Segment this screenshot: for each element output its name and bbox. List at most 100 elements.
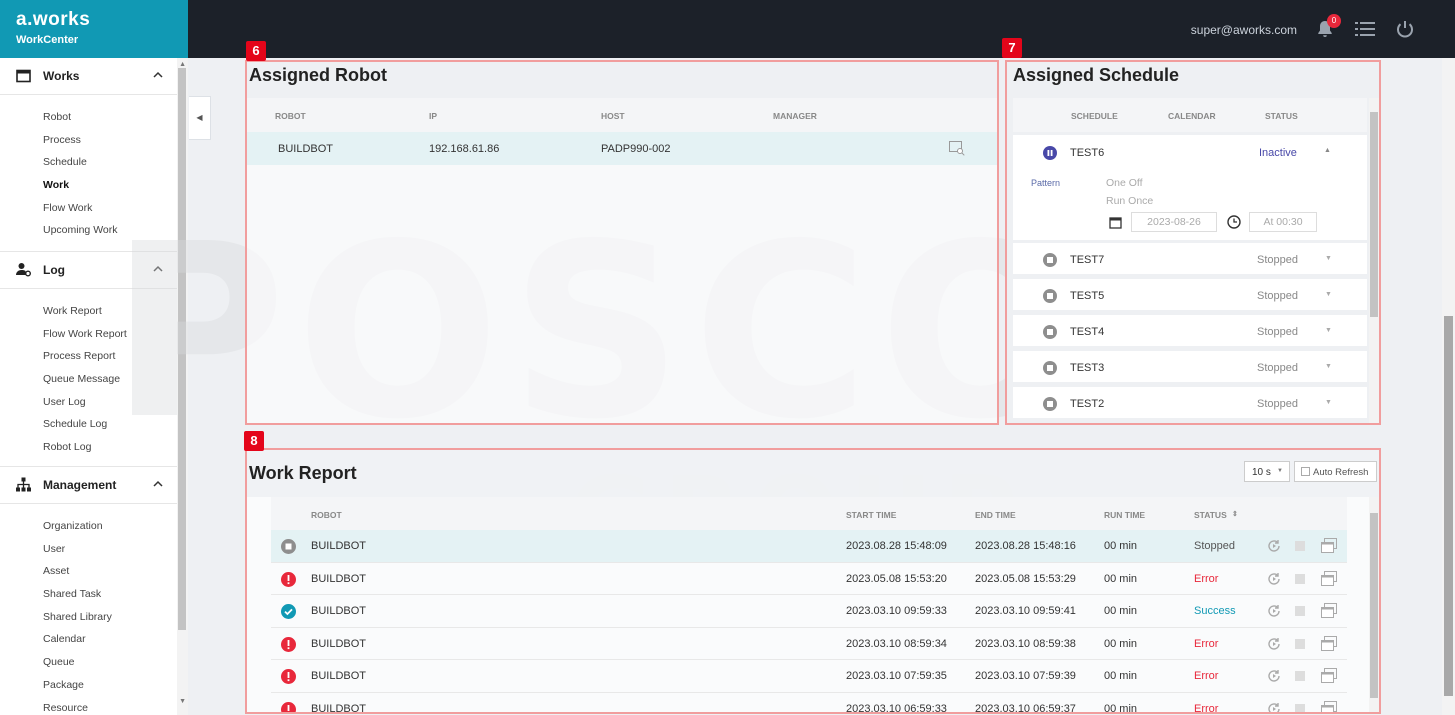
auto-refresh-toggle[interactable]: Auto Refresh (1294, 461, 1377, 482)
sidebar-item-robot[interactable]: Robot (0, 106, 177, 129)
report-end: 2023.05.08 15:53:29 (975, 572, 1076, 585)
stop-square-icon[interactable] (1295, 703, 1305, 712)
expand-arrow-icon[interactable]: ▼ (1325, 255, 1332, 262)
robot-host: PADP990-002 (601, 143, 671, 155)
sidebar-item-user-log[interactable]: User Log (0, 391, 177, 414)
sidebar-item-process[interactable]: Process (0, 129, 177, 152)
report-end: 2023.08.28 15:48:16 (975, 540, 1076, 552)
sidebar-item-organization[interactable]: Organization (0, 515, 177, 538)
chevron-up-icon[interactable] (153, 70, 163, 80)
sort-icon[interactable]: ⇕ (1232, 510, 1238, 518)
sidebar-section-header-log[interactable]: Log (0, 252, 177, 289)
stop-icon[interactable] (1043, 361, 1057, 375)
sidebar-item-calendar[interactable]: Calendar (0, 628, 177, 651)
stop-square-icon[interactable] (1295, 606, 1305, 616)
view-detail-icon[interactable] (949, 141, 965, 156)
expand-arrow-icon[interactable]: ▼ (1325, 291, 1332, 298)
chevron-up-icon[interactable] (153, 264, 163, 274)
stop-icon[interactable] (1043, 325, 1057, 339)
pause-icon[interactable] (1043, 146, 1057, 160)
chevron-up-icon[interactable] (153, 479, 163, 489)
sidebar-item-queue[interactable]: Queue (0, 651, 177, 674)
sidebar-item-process-report[interactable]: Process Report (0, 345, 177, 368)
schedule-row[interactable]: TEST4 Stopped ▼ (1013, 315, 1367, 349)
open-window-icon[interactable] (1321, 538, 1337, 553)
sidebar-item-shared-library[interactable]: Shared Library (0, 606, 177, 629)
stop-icon[interactable] (1043, 289, 1057, 303)
work-report-row[interactable]: BUILDBOT 2023.05.08 15:53:20 2023.05.08 … (271, 563, 1347, 595)
sidebar-item-work[interactable]: Work (0, 174, 177, 197)
col-ip: IP (429, 111, 438, 121)
scroll-up-arrow-icon[interactable]: ▲ (179, 61, 186, 68)
sidebar-collapse-button[interactable]: ◀ (189, 96, 211, 140)
brand-block[interactable]: a.works WorkCenter (0, 0, 188, 58)
stop-square-icon[interactable] (1295, 671, 1305, 681)
schedule-date-field[interactable]: 2023-08-26 (1131, 212, 1217, 232)
work-report-row[interactable]: BUILDBOT 2023.03.10 08:59:34 2023.03.10 … (271, 628, 1347, 660)
list-menu-icon[interactable] (1355, 20, 1375, 38)
stop-icon[interactable] (1043, 397, 1057, 411)
page-scrollbar[interactable] (1442, 58, 1455, 715)
rerun-icon[interactable] (1267, 669, 1281, 683)
work-report-row[interactable]: BUILDBOT 2023.08.28 15:48:09 2023.08.28 … (271, 530, 1347, 563)
sidebar-item-package[interactable]: Package (0, 674, 177, 697)
open-window-icon[interactable] (1321, 700, 1337, 715)
sidebar-item-shared-task[interactable]: Shared Task (0, 583, 177, 606)
work-report-row[interactable]: BUILDBOT 2023.03.10 09:59:33 2023.03.10 … (271, 595, 1347, 628)
refresh-interval-select[interactable]: 10 s ▼ (1244, 461, 1290, 482)
sidebar-item-resource[interactable]: Resource (0, 697, 177, 715)
rerun-icon[interactable] (1267, 702, 1281, 715)
schedule-scrollbar[interactable] (1369, 98, 1379, 423)
schedule-row[interactable]: TEST7 Stopped ▼ (1013, 243, 1367, 277)
open-window-icon[interactable] (1321, 635, 1337, 651)
sidebar-item-user[interactable]: User (0, 538, 177, 561)
work-report-row[interactable]: BUILDBOT 2023.03.10 06:59:33 2023.03.10 … (271, 693, 1347, 715)
rerun-icon[interactable] (1267, 637, 1281, 651)
sidebar-section-header-works[interactable]: Works (0, 58, 177, 95)
schedule-row[interactable]: TEST5 Stopped ▼ (1013, 279, 1367, 313)
schedule-row[interactable]: TEST3 Stopped ▼ (1013, 351, 1367, 385)
rerun-icon[interactable] (1267, 539, 1281, 553)
expand-arrow-icon[interactable]: ▼ (1325, 399, 1332, 406)
sidebar-item-flow-work[interactable]: Flow Work (0, 197, 177, 220)
schedule-time-field[interactable]: At 00:30 (1249, 212, 1317, 232)
sidebar-item-schedule-log[interactable]: Schedule Log (0, 413, 177, 436)
stop-square-icon[interactable] (1295, 573, 1305, 584)
schedule-row[interactable]: TEST2 Stopped ▼ (1013, 387, 1367, 421)
sidebar-scroll-thumb[interactable] (178, 68, 186, 630)
sidebar-item-flow-work-report[interactable]: Flow Work Report (0, 323, 177, 346)
collapse-arrow-icon[interactable]: ▲ (1324, 147, 1331, 154)
schedule-scroll-thumb[interactable] (1370, 112, 1378, 317)
sidebar-item-upcoming-work[interactable]: Upcoming Work (0, 219, 177, 242)
expand-arrow-icon[interactable]: ▼ (1325, 363, 1332, 370)
sidebar-scrollbar[interactable]: ▲ ▼ (177, 58, 188, 715)
work-report-scrollbar[interactable] (1369, 497, 1379, 712)
report-robot: BUILDBOT (311, 572, 367, 585)
schedule-row-expanded[interactable]: TEST6 Inactive ▲ Pattern One Off Run Onc… (1013, 135, 1367, 243)
assigned-robot-row[interactable]: BUILDBOT 192.168.61.86 PADP990-002 (247, 132, 997, 165)
user-email[interactable]: super@aworks.com (1191, 23, 1297, 37)
sidebar-item-robot-log[interactable]: Robot Log (0, 436, 177, 459)
stop-icon (281, 539, 296, 554)
sidebar-item-schedule[interactable]: Schedule (0, 151, 177, 174)
rerun-icon[interactable] (1267, 572, 1281, 586)
scroll-down-arrow-icon[interactable]: ▼ (179, 698, 186, 705)
power-icon[interactable] (1395, 19, 1415, 39)
work-report-row[interactable]: BUILDBOT 2023.03.10 07:59:35 2023.03.10 … (271, 660, 1347, 693)
sidebar-section-header-management[interactable]: Management (0, 467, 177, 504)
auto-refresh-checkbox[interactable] (1301, 467, 1310, 476)
open-window-icon[interactable] (1321, 668, 1337, 683)
rerun-icon[interactable] (1267, 604, 1281, 618)
stop-icon[interactable] (1043, 253, 1057, 267)
stop-square-icon[interactable] (1295, 638, 1305, 649)
stop-square-icon[interactable] (1295, 541, 1305, 551)
col-status[interactable]: STATUS (1194, 510, 1227, 520)
open-window-icon[interactable] (1321, 570, 1337, 586)
page-scroll-thumb[interactable] (1444, 316, 1453, 696)
sidebar-item-queue-message[interactable]: Queue Message (0, 368, 177, 391)
work-report-scroll-thumb[interactable] (1370, 513, 1378, 698)
open-window-icon[interactable] (1321, 603, 1337, 618)
sidebar-item-asset[interactable]: Asset (0, 560, 177, 583)
sidebar-item-work-report[interactable]: Work Report (0, 300, 177, 323)
expand-arrow-icon[interactable]: ▼ (1325, 327, 1332, 334)
